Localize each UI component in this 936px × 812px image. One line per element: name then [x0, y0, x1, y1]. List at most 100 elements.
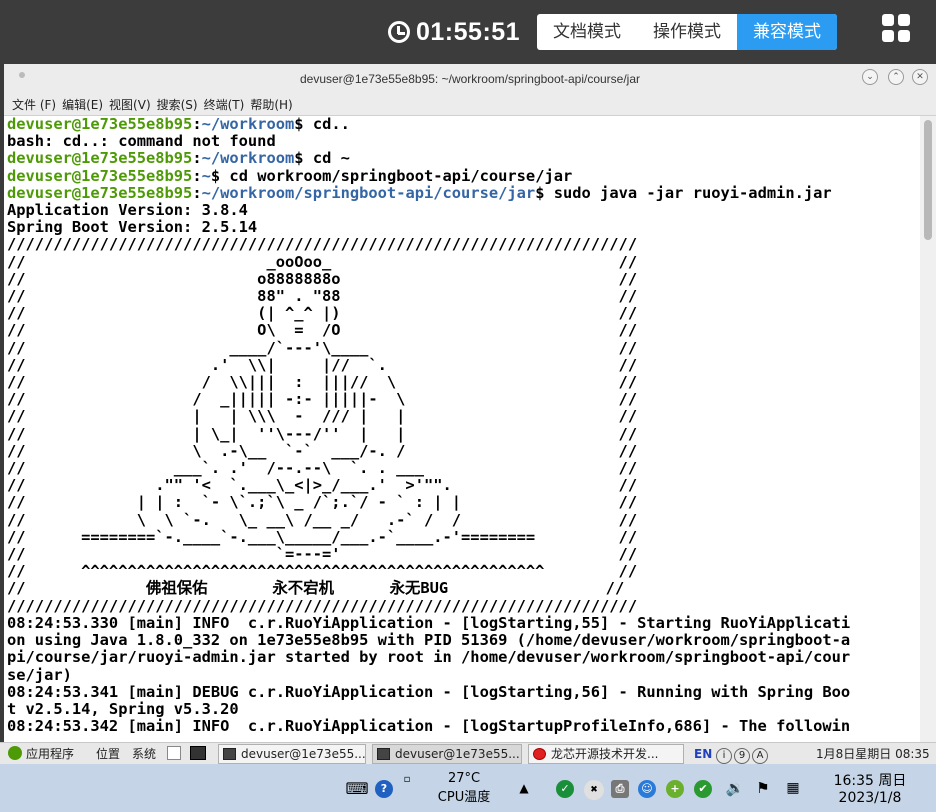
- menu-file[interactable]: 文件 (F): [12, 94, 56, 115]
- terminal-output-line: // o8888888o //: [7, 269, 638, 288]
- prompt-user: devuser@1e73e55e8b95: [7, 149, 193, 168]
- menu-bar: 文件 (F) 编辑(E) 视图(V) 搜索(S) 终端(T) 帮助(H): [4, 94, 936, 116]
- menu-help[interactable]: 帮助(H): [250, 94, 292, 115]
- terminal-output-line: pi/course/jar/ruoyi-admin.jar started by…: [7, 648, 851, 667]
- task-terminal-2[interactable]: devuser@1e73e55...: [372, 744, 522, 764]
- maximize-icon[interactable]: ⌃: [888, 69, 904, 85]
- prompt-path: ~/workroom: [201, 116, 295, 133]
- scrollbar-thumb[interactable]: [924, 120, 932, 240]
- info-circle-icon[interactable]: i: [716, 748, 732, 764]
- places-menu[interactable]: 位置: [96, 746, 120, 762]
- security-icon[interactable]: ✓: [556, 780, 574, 798]
- terminal-output-line: Application Version: 3.8.4: [7, 201, 248, 220]
- terminal-output-line: se/jar): [7, 665, 72, 684]
- prompt-path: ~/workroom/springboot-api/course/jar: [201, 183, 536, 202]
- terminal-output-line: ////////////////////////////////////////…: [7, 596, 638, 615]
- network-small-icon[interactable]: ▫: [400, 764, 414, 812]
- menu-terminal[interactable]: 终端(T): [204, 94, 245, 115]
- timer-text: 01:55:51: [416, 17, 521, 46]
- plus-icon[interactable]: +: [666, 780, 684, 798]
- terminal-output-line: // | | : `- \`.;`\ _ /`;.`/ - ` : | | //: [7, 493, 638, 512]
- terminal-output-line: bash: cd..: command not found: [7, 132, 276, 151]
- terminal-output-line: // ___`. .' /--.--\ `. . ___ //: [7, 459, 638, 478]
- terminal-output-line: 08:24:53.341 [main] DEBUG c.r.RuoYiAppli…: [7, 682, 851, 701]
- distro-icon: [8, 746, 22, 760]
- a-circle-icon[interactable]: A: [752, 748, 768, 764]
- cpu-temp-label: CPU温度: [437, 790, 491, 805]
- terminal-icon: [223, 748, 236, 760]
- system-menu[interactable]: 系统: [132, 746, 156, 762]
- minimize-icon[interactable]: ⌄: [862, 69, 878, 85]
- terminal-window: devuser@1e73e55e8b95: ~/workroom/springb…: [4, 64, 936, 742]
- terminal-output[interactable]: devuser@1e73e55e8b95:~/workroom$ cd.. bas…: [4, 116, 920, 742]
- terminal-output-line: Spring Boot Version: 2.5.14: [7, 218, 258, 237]
- terminal-output-line: // ____/`---'\____ //: [7, 338, 638, 357]
- terminal-launcher-icon[interactable]: [190, 746, 206, 760]
- terminal-output-line: t v2.5.14, Spring v5.3.20: [7, 699, 239, 718]
- terminal-output-line: ////////////////////////////////////////…: [7, 235, 638, 254]
- windows-taskbar: ⌨ ? ▫ 27°C CPU温度 ▲ ✓ ✖ ⎙ ☺ + ✔ 🔉 ⚑ ▦ 16:…: [0, 764, 936, 812]
- terminal-output-line: // ."" '< `.___\_<|>_/___.' >'"". //: [7, 476, 638, 495]
- shield-icon[interactable]: ✔: [694, 780, 712, 798]
- terminal-prompt-line: devuser@1e73e55e8b95:~/workroom$ cd..: [7, 116, 350, 133]
- terminal-output-line: // O\ = /O //: [7, 321, 638, 340]
- printer-icon[interactable]: ⎙: [611, 780, 629, 798]
- menu-view[interactable]: 视图(V): [109, 94, 151, 115]
- terminal-output-line: // | | \\\ - /// | | //: [7, 407, 638, 426]
- terminal-output-line: // ^^^^^^^^^^^^^^^^^^^^^^^^^^^^^^^^^^^^^…: [7, 562, 638, 581]
- menu-search[interactable]: 搜索(S): [157, 94, 198, 115]
- file-manager-icon[interactable]: [167, 746, 181, 760]
- chat-icon[interactable]: ☺: [638, 780, 656, 798]
- prompt-user: devuser@1e73e55e8b95: [7, 166, 193, 185]
- terminal-output-line: // / \\||| : |||// \ //: [7, 373, 638, 392]
- show-hidden-icons-icon[interactable]: ▲: [516, 764, 532, 812]
- terminal-output-line: 08:24:53.330 [main] INFO c.r.RuoYiApplic…: [7, 613, 851, 632]
- terminal-output-line: // `=---=' //: [7, 545, 638, 564]
- terminal-output-line: // \ \ `-. \_ __\ /__ _/ .-` / / //: [7, 510, 638, 529]
- prompt-user: devuser@1e73e55e8b95: [7, 116, 193, 133]
- window-titlebar: devuser@1e73e55e8b95: ~/workroom/springb…: [4, 64, 936, 94]
- cpu-temp-value: 27°C: [447, 771, 481, 786]
- clock-icon: [388, 21, 410, 43]
- taskbar-date: 2023/1/8: [838, 790, 902, 806]
- wifi-icon[interactable]: ▦: [784, 764, 802, 812]
- task-terminal-1[interactable]: devuser@1e73e55...: [218, 744, 366, 764]
- prompt-user: devuser@1e73e55e8b95: [7, 183, 193, 202]
- task-browser[interactable]: 龙芯开源技术开发...: [528, 744, 684, 764]
- input-lang-indicator[interactable]: EN: [694, 746, 712, 762]
- network-icon[interactable]: ✖: [584, 780, 604, 800]
- terminal-output-line: 08:24:53.342 [main] INFO c.r.RuoYiApplic…: [7, 717, 851, 736]
- mode-document-button[interactable]: 文档模式: [537, 14, 637, 50]
- terminal-prompt-line: devuser@1e73e55e8b95:~$ cd workroom/spri…: [7, 166, 573, 185]
- mode-compatible-button[interactable]: 兼容模式: [737, 14, 837, 50]
- terminal-icon: [377, 748, 390, 760]
- nine-circle-icon[interactable]: 9: [734, 748, 750, 764]
- terminal-output-line: // / _||||| -:- |||||- \ //: [7, 390, 638, 409]
- terminal-scrollbar[interactable]: [920, 116, 936, 742]
- help-icon[interactable]: ?: [375, 780, 393, 798]
- tray-circles: i9A: [716, 746, 770, 764]
- flag-icon[interactable]: ⚑: [754, 764, 772, 812]
- taskbar-time: 16:35 周日: [833, 773, 907, 789]
- volume-icon[interactable]: 🔉: [724, 764, 746, 812]
- terminal-output-line: // \ .-\__ `-` ___/-. / //: [7, 441, 638, 460]
- taskbar-clock[interactable]: 16:35 周日 2023/1/8: [822, 764, 918, 812]
- exam-timer: 01:55:51: [388, 14, 520, 50]
- terminal-output-line: // .' \\| |// `. //: [7, 355, 638, 374]
- mode-switch: 文档模式 操作模式 兼容模式: [537, 14, 837, 50]
- terminal-output-line: // ========`-.____`-.___\_____/___.-`___…: [7, 527, 638, 546]
- close-icon[interactable]: ✕: [912, 69, 928, 85]
- apps-grid-icon[interactable]: [882, 14, 910, 42]
- terminal-output-line: // | \_| ''\---/'' | | //: [7, 424, 638, 443]
- linux-panel: 应用程序 位置 系统 devuser@1e73e55... devuser@1e…: [0, 742, 936, 764]
- menu-edit[interactable]: 编辑(E): [62, 94, 103, 115]
- keyboard-icon[interactable]: ⌨: [345, 764, 368, 812]
- terminal-output-line: // 88" . "88 //: [7, 287, 638, 306]
- cpu-temp-widget[interactable]: 27°C CPU温度: [426, 764, 502, 812]
- exam-toolbar: 01:55:51 文档模式 操作模式 兼容模式: [0, 0, 936, 64]
- panel-clock[interactable]: 1月8日星期日 08:35: [816, 746, 930, 762]
- terminal-output-line: // 佛祖保佑 永不宕机 永无BUG //: [7, 579, 625, 598]
- mode-operation-button[interactable]: 操作模式: [637, 14, 737, 50]
- terminal-prompt-line: devuser@1e73e55e8b95:~/workroom$ cd ~: [7, 149, 350, 168]
- applications-menu[interactable]: 应用程序: [8, 746, 74, 762]
